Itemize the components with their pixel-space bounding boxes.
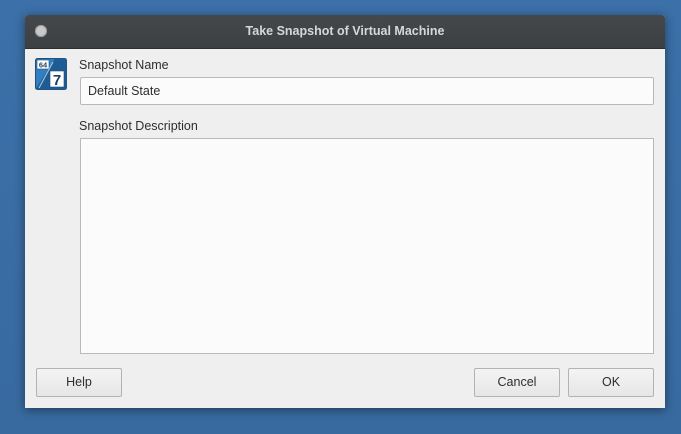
icon-badge-text: 64: [39, 60, 48, 69]
vm-os-icon: 64 7: [35, 58, 67, 90]
snapshot-name-label: Snapshot Name: [79, 58, 169, 72]
ok-button[interactable]: OK: [568, 368, 654, 397]
window-title: Take Snapshot of Virtual Machine: [245, 24, 445, 38]
snapshot-name-input[interactable]: [80, 77, 654, 105]
snapshot-dialog: Take Snapshot of Virtual Machine 64 7 Sn…: [25, 15, 665, 408]
icon-glyph-text: 7: [53, 72, 61, 89]
snapshot-description-textarea[interactable]: [80, 138, 654, 354]
snapshot-description-label: Snapshot Description: [79, 119, 198, 133]
help-button[interactable]: Help: [36, 368, 122, 397]
title-bar[interactable]: Take Snapshot of Virtual Machine: [25, 15, 665, 49]
cancel-button[interactable]: Cancel: [474, 368, 560, 397]
